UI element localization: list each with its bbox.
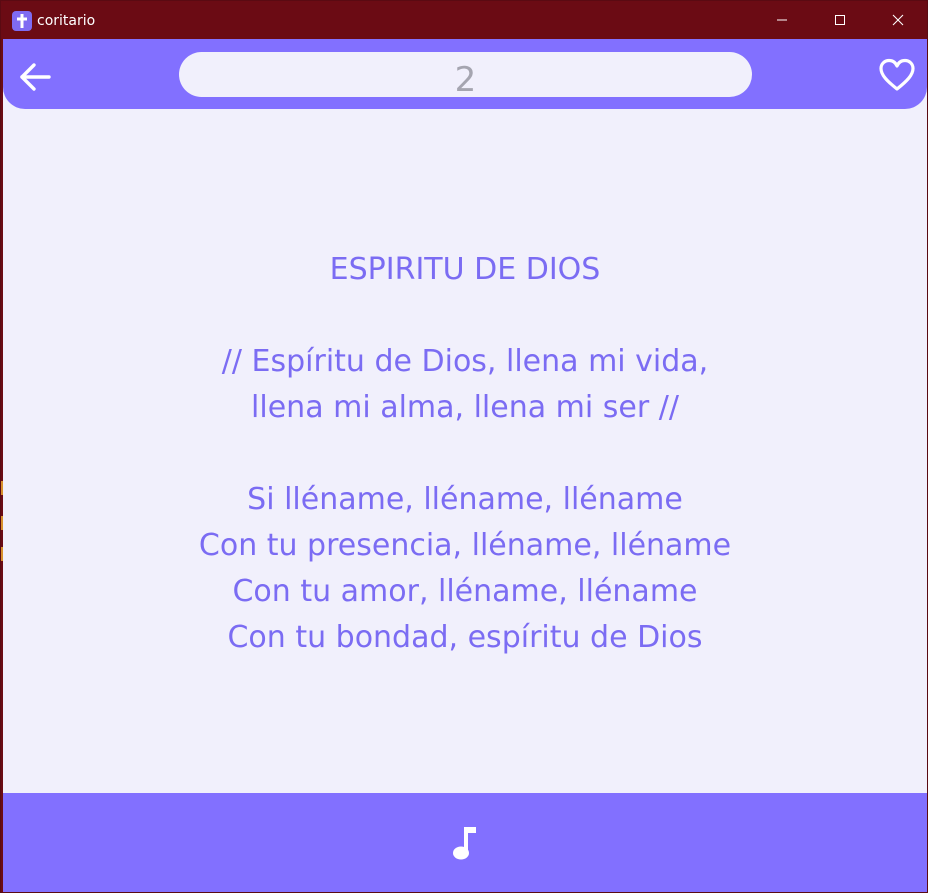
app-content: 2 ESPIRITU DE DIOS // Espíritu de Dios, …: [3, 39, 927, 892]
lyric-line: Con tu presencia, lléname, lléname: [198, 528, 732, 563]
minimize-button[interactable]: [753, 1, 811, 39]
song-number-input[interactable]: 2: [179, 52, 752, 100]
app-cross-icon: [12, 11, 32, 31]
song-title: ESPIRITU DE DIOS: [329, 252, 601, 287]
lyric-line: // Espíritu de Dios, llena mi vida,: [221, 344, 709, 379]
close-button[interactable]: [869, 1, 927, 39]
lyric-line: Con tu bondad, espíritu de Dios: [227, 620, 703, 655]
maximize-icon: [835, 15, 845, 25]
app-window: coritario 2 ESPIRITU DE DIOS // Espíritu…: [0, 0, 928, 893]
window-edge-mark: [1, 516, 3, 530]
heart-outline-icon: [879, 58, 915, 91]
back-button[interactable]: [15, 57, 55, 97]
favorite-button[interactable]: [875, 55, 919, 95]
lyric-line: Con tu amor, lléname, lléname: [232, 574, 698, 609]
lyric-line: Si lléname, lléname, lléname: [247, 482, 683, 517]
song-lyrics: ESPIRITU DE DIOS // Espíritu de Dios, ll…: [3, 247, 927, 661]
lyric-line: llena mi alma, llena mi ser //: [251, 390, 679, 425]
music-note-icon: [453, 827, 476, 860]
window-title: coritario: [37, 13, 96, 29]
bottom-bar: [3, 793, 927, 892]
song-number-value: 2: [454, 60, 477, 100]
play-music-button[interactable]: [445, 821, 485, 865]
top-app-bar: 2: [3, 39, 927, 109]
title-bar[interactable]: coritario: [1, 1, 927, 39]
arrow-left-icon: [20, 63, 51, 91]
maximize-button[interactable]: [811, 1, 869, 39]
window-edge-mark: [1, 481, 3, 495]
minimize-icon: [777, 19, 787, 21]
window-edge-mark: [1, 547, 3, 561]
close-icon: [892, 14, 904, 26]
